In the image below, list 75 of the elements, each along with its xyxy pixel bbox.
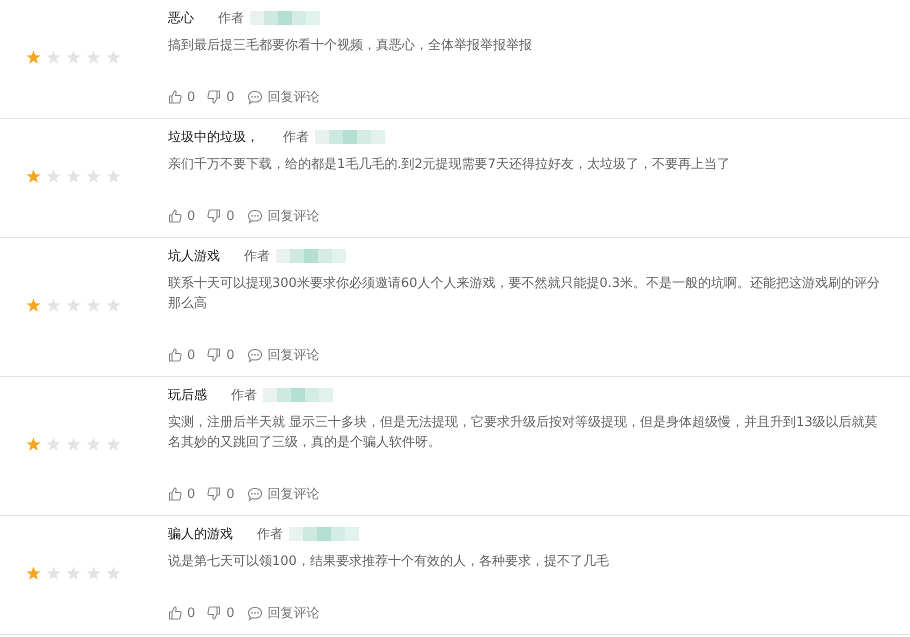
empty-star-icon — [46, 50, 61, 65]
comment-icon — [246, 208, 263, 224]
empty-star-icon — [66, 50, 81, 65]
reply-button[interactable]: 回复评论 — [246, 346, 320, 364]
review-text: 搞到最后提三毛都要你看十个视频，真恶心，全体举报举报举报 — [168, 37, 533, 55]
blurred-name — [276, 249, 346, 263]
thumbs-up-icon — [168, 606, 182, 620]
star-icon — [26, 298, 41, 313]
review-title: 恶心 — [168, 10, 194, 27]
thumbs-down-icon — [207, 606, 222, 620]
comment-icon — [246, 90, 263, 104]
empty-star-icon — [106, 50, 121, 65]
empty-star-icon — [46, 437, 61, 452]
author-label: 作者 — [257, 526, 283, 543]
review-title: 玩后感 — [168, 387, 207, 404]
dislike-button[interactable]: 0 — [207, 90, 235, 104]
comment-icon — [246, 606, 263, 620]
empty-star-icon — [106, 566, 121, 581]
thumbs-down-icon — [207, 90, 222, 104]
thumbs-down-icon — [207, 348, 222, 362]
empty-star-icon — [86, 298, 101, 313]
thumbs-up-icon — [168, 90, 182, 104]
like-button[interactable]: 0 — [168, 606, 196, 620]
author-label: 作者 — [244, 248, 270, 265]
blurred-name — [263, 388, 333, 402]
reply-button[interactable]: 回复评论 — [246, 207, 320, 225]
empty-star-icon — [106, 437, 121, 452]
review-text: 实测，注册后半天就 显示三十多块，但是无法提现，它要求升级后按对等级提现，但是身体超级慢，并且升到13级以后就莫名其妙的又跳回了三级，真的是个骗人软件呀。 — [168, 414, 879, 452]
like-button[interactable]: 0 — [168, 348, 196, 362]
comment-icon — [246, 348, 263, 362]
blurred-name — [315, 130, 385, 144]
thumbs-up-icon — [168, 209, 182, 223]
dislike-button[interactable]: 0 — [207, 348, 235, 362]
empty-star-icon — [106, 169, 121, 184]
empty-star-icon — [86, 437, 101, 452]
review-title: 坑人游戏 — [168, 248, 220, 265]
dislike-button[interactable]: 0 — [207, 208, 235, 224]
empty-star-icon — [86, 566, 101, 581]
star-icon — [26, 50, 41, 65]
star-icon — [26, 169, 41, 184]
empty-star-icon — [66, 169, 81, 184]
reply-button[interactable]: 回复评论 — [246, 88, 320, 106]
author-label: 作者 — [283, 129, 309, 146]
thumbs-up-icon — [168, 348, 182, 362]
empty-star-icon — [66, 437, 81, 452]
reply-button[interactable]: 回复评论 — [246, 604, 320, 622]
star-icon — [26, 437, 41, 452]
author-label: 作者 — [218, 10, 244, 27]
thumbs-down-icon — [207, 487, 222, 501]
review-title: 垃圾中的垃圾， — [168, 129, 259, 146]
blurred-name — [250, 11, 320, 25]
empty-star-icon — [46, 169, 61, 184]
empty-star-icon — [86, 50, 101, 65]
like-button[interactable]: 0 — [168, 208, 196, 224]
empty-star-icon — [86, 169, 101, 184]
thumbs-down-icon — [207, 209, 222, 223]
review-text: 联系十天可以提现300米要求你必须邀请60人个人来游戏，要不然就只能提0.3米。不是一般的坑啊。还能把这游戏刷的评分那么高 — [168, 275, 882, 313]
review-title: 骗人的游戏 — [168, 526, 233, 543]
author-label: 作者 — [231, 387, 257, 404]
thumbs-up-icon — [168, 487, 182, 501]
empty-star-icon — [66, 566, 81, 581]
like-button[interactable]: 0 — [168, 90, 196, 104]
blurred-name — [289, 527, 359, 541]
review-text: 亲们千万不要下载，给的都是1毛几毛的.到2元提现需要7天还得拉好友，太垃圾了，不要再上当了 — [168, 156, 731, 174]
empty-star-icon — [46, 298, 61, 313]
empty-star-icon — [106, 298, 121, 313]
comment-icon — [246, 486, 263, 502]
star-icon — [26, 566, 41, 581]
reply-button[interactable]: 回复评论 — [246, 485, 320, 503]
dislike-button[interactable]: 0 — [207, 486, 235, 502]
dislike-button[interactable]: 0 — [207, 606, 235, 620]
like-button[interactable]: 0 — [168, 486, 196, 502]
empty-star-icon — [46, 566, 61, 581]
review-text: 说是第七天可以领100，结果要求推荐十个有效的人，各种要求，提不了几毛 — [168, 553, 610, 571]
empty-star-icon — [66, 298, 81, 313]
